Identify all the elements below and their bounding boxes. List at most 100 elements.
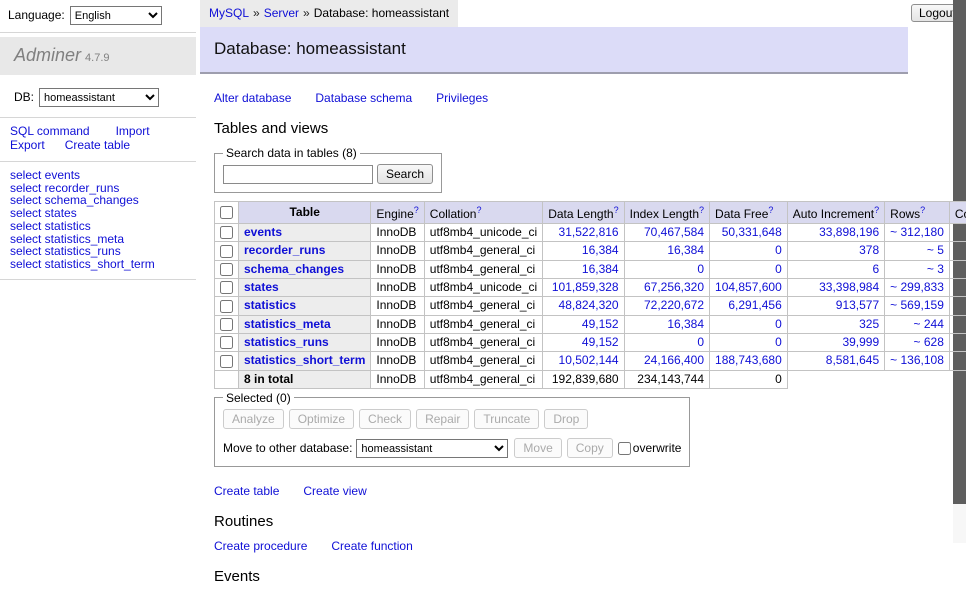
breadcrumb-link[interactable]: MySQL	[209, 6, 249, 20]
row-checkbox[interactable]	[220, 300, 233, 313]
analyze-button[interactable]: Analyze	[223, 409, 284, 429]
row-checkbox[interactable]	[220, 318, 233, 331]
rows-link[interactable]: ~ 312,180	[890, 225, 944, 239]
sidebar-select-link[interactable]: select statistics_short_term	[10, 258, 186, 271]
index-length-link[interactable]: 70,467,584	[644, 225, 704, 239]
help-link[interactable]: ?	[768, 205, 773, 215]
row-checkbox[interactable]	[220, 336, 233, 349]
alter-database-link[interactable]: Alter database	[214, 91, 291, 105]
data-free-link[interactable]: 0	[775, 262, 782, 276]
auto-increment-link[interactable]: 8,581,645	[826, 353, 879, 367]
column-header: Auto Increment?	[787, 202, 884, 224]
tables-and-views-heading: Tables and views	[214, 120, 894, 137]
auto-increment-link[interactable]: 6	[872, 262, 879, 276]
create-table-link[interactable]: Create table	[214, 484, 279, 498]
auto-increment-link[interactable]: 378	[859, 243, 879, 257]
data-free-link[interactable]: 50,331,648	[722, 225, 782, 239]
index-length-link[interactable]: 0	[697, 262, 704, 276]
sidebar-link-sql-command[interactable]: SQL command	[10, 124, 90, 138]
rows-link[interactable]: ~ 569,159	[890, 298, 944, 312]
auto-increment-link[interactable]: 913,577	[836, 298, 879, 312]
database-schema-link[interactable]: Database schema	[315, 91, 412, 105]
auto-increment-link[interactable]: 33,398,984	[819, 280, 879, 294]
data-length-link[interactable]: 48,824,320	[559, 298, 619, 312]
table-name-link[interactable]: statistics_meta	[244, 317, 331, 331]
index-length-link[interactable]: 16,384	[667, 243, 704, 257]
index-length-link[interactable]: 24,166,400	[644, 353, 704, 367]
rows-link[interactable]: ~ 628	[914, 335, 944, 349]
index-length-link[interactable]: 0	[697, 335, 704, 349]
data-free-link[interactable]: 104,857,600	[715, 280, 782, 294]
data-length-link[interactable]: 16,384	[582, 243, 619, 257]
sidebar-link-import[interactable]: Import	[116, 124, 150, 138]
create-procedure-link[interactable]: Create procedure	[214, 539, 307, 553]
auto-increment-link[interactable]: 33,898,196	[819, 225, 879, 239]
auto-increment-link[interactable]: 39,999	[842, 335, 879, 349]
sidebar-select-link[interactable]: select states	[10, 207, 186, 220]
table-name-link[interactable]: states	[244, 280, 279, 294]
language-select[interactable]: English	[70, 6, 162, 25]
repair-button[interactable]: Repair	[416, 409, 469, 429]
row-checkbox[interactable]	[220, 355, 233, 368]
help-link[interactable]: ?	[699, 205, 704, 215]
help-link[interactable]: ?	[476, 205, 481, 215]
rows-link[interactable]: ~ 136,108	[890, 353, 944, 367]
rows-link[interactable]: ~ 244	[914, 317, 944, 331]
table-name-link[interactable]: events	[244, 225, 282, 239]
move-db-select[interactable]: homeassistant	[356, 439, 508, 458]
data-length-link[interactable]: 31,522,816	[559, 225, 619, 239]
table-name-link[interactable]: statistics_short_term	[244, 353, 365, 367]
optimize-button[interactable]: Optimize	[289, 409, 354, 429]
table-row: statistics_runsInnoDButf8mb4_general_ci4…	[215, 333, 966, 351]
select-all-checkbox[interactable]	[220, 206, 233, 219]
table-name-link[interactable]: statistics_runs	[244, 335, 329, 349]
rows-link[interactable]: ~ 3	[927, 262, 944, 276]
overwrite-checkbox[interactable]	[618, 442, 631, 455]
app-name[interactable]: Adminer	[14, 45, 81, 65]
app-version[interactable]: 4.7.9	[85, 52, 109, 64]
sidebar-link-create-table[interactable]: Create table	[65, 138, 130, 152]
index-length-link[interactable]: 72,220,672	[644, 298, 704, 312]
rows-link[interactable]: ~ 5	[927, 243, 944, 257]
help-link[interactable]: ?	[920, 205, 925, 215]
data-length-link[interactable]: 10,502,144	[559, 353, 619, 367]
table-name-link[interactable]: schema_changes	[244, 262, 344, 276]
sidebar-select-link[interactable]: select statistics	[10, 220, 186, 233]
copy-button[interactable]: Copy	[567, 438, 613, 458]
table-name-link[interactable]: recorder_runs	[244, 243, 325, 257]
data-free-link[interactable]: 0	[775, 335, 782, 349]
move-button[interactable]: Move	[514, 438, 561, 458]
privileges-link[interactable]: Privileges	[436, 91, 488, 105]
data-free-link[interactable]: 0	[775, 317, 782, 331]
db-select[interactable]: homeassistant	[39, 88, 159, 107]
search-button[interactable]: Search	[377, 164, 433, 184]
create-function-link[interactable]: Create function	[331, 539, 412, 553]
auto-increment-link[interactable]: 325	[859, 317, 879, 331]
data-length-link[interactable]: 49,152	[582, 335, 619, 349]
sidebar-select-link[interactable]: select events	[10, 169, 186, 182]
drop-button[interactable]: Drop	[544, 409, 588, 429]
create-view-link[interactable]: Create view	[303, 484, 366, 498]
row-checkbox[interactable]	[220, 245, 233, 258]
rows-link[interactable]: ~ 299,833	[890, 280, 944, 294]
sidebar-link-export[interactable]: Export	[10, 138, 45, 152]
breadcrumb-link[interactable]: Server	[264, 6, 299, 20]
data-length-link[interactable]: 101,859,328	[552, 280, 619, 294]
data-free-link[interactable]: 188,743,680	[715, 353, 782, 367]
data-length-link[interactable]: 16,384	[582, 262, 619, 276]
row-checkbox[interactable]	[220, 263, 233, 276]
table-name-link[interactable]: statistics	[244, 298, 296, 312]
row-checkbox[interactable]	[220, 281, 233, 294]
help-link[interactable]: ?	[874, 205, 879, 215]
search-input[interactable]	[223, 165, 373, 184]
row-checkbox[interactable]	[220, 226, 233, 239]
truncate-button[interactable]: Truncate	[474, 409, 539, 429]
index-length-link[interactable]: 16,384	[667, 317, 704, 331]
data-free-link[interactable]: 0	[775, 243, 782, 257]
data-free-link[interactable]: 6,291,456	[728, 298, 781, 312]
help-link[interactable]: ?	[414, 205, 419, 215]
help-link[interactable]: ?	[614, 205, 619, 215]
data-length-link[interactable]: 49,152	[582, 317, 619, 331]
check-button[interactable]: Check	[359, 409, 411, 429]
index-length-link[interactable]: 67,256,320	[644, 280, 704, 294]
